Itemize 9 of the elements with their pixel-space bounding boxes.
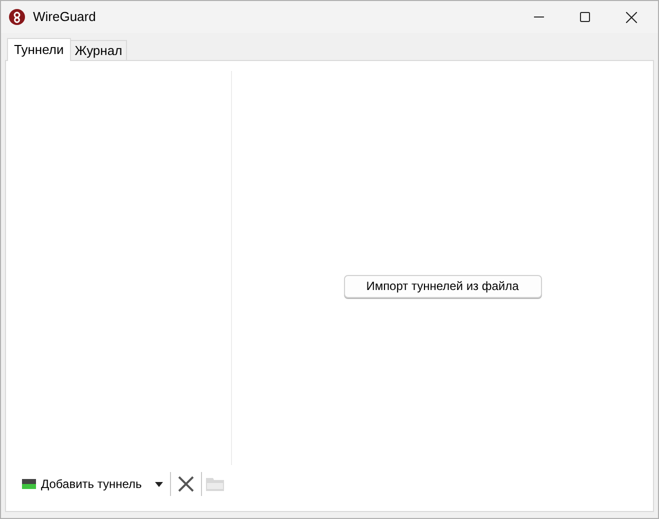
close-icon[interactable] xyxy=(626,12,636,22)
tab[interactable]: Журнал xyxy=(70,40,128,60)
app-logo-icon xyxy=(9,9,25,25)
add-tunnel-button[interactable]: Добавить туннель xyxy=(20,471,144,497)
tab[interactable]: Туннели xyxy=(7,38,71,61)
maximize-icon[interactable] xyxy=(580,12,590,22)
window-title: WireGuard xyxy=(33,8,96,26)
add-tunnel-icon xyxy=(22,479,36,489)
import-tunnels-button[interactable]: Импорт туннелей из файла xyxy=(344,274,542,298)
